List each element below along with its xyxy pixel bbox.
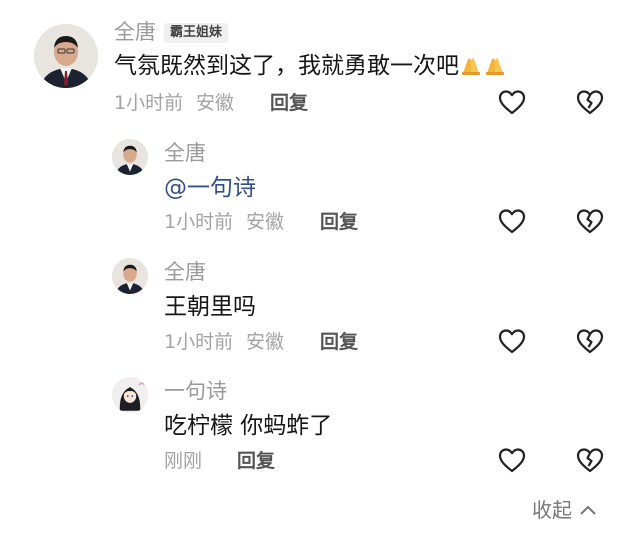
heart-outline-icon[interactable] — [497, 327, 527, 355]
reply-button[interactable]: 回复 — [320, 330, 358, 354]
reply-author[interactable]: 一句诗 — [164, 379, 227, 403]
avatar[interactable] — [112, 139, 148, 175]
comment-author[interactable]: 全唐 — [114, 20, 156, 44]
reply-author[interactable]: 全唐 — [164, 260, 206, 284]
comment-text-content: 气氛既然到这了，我就勇敢一次吧 — [114, 53, 459, 79]
mention-link[interactable]: @一句诗 — [164, 174, 256, 202]
collapse-label: 收起 — [532, 498, 572, 522]
heart-outline-icon[interactable] — [497, 446, 527, 474]
broken-heart-icon[interactable] — [575, 207, 605, 235]
reply-time: 1小时前 — [164, 211, 234, 233]
reply-time: 1小时前 — [164, 331, 234, 353]
reply-button[interactable]: 回复 — [320, 210, 358, 234]
comment-text: 气氛既然到这了，我就勇敢一次吧 — [114, 52, 507, 80]
broken-heart-icon[interactable] — [575, 327, 605, 355]
broken-heart-icon[interactable] — [575, 88, 605, 116]
comment-time: 1小时前 — [114, 92, 184, 114]
reply-time: 刚刚 — [164, 450, 203, 472]
avatar[interactable] — [112, 258, 148, 294]
avatar[interactable] — [112, 377, 148, 413]
reply-button[interactable]: 回复 — [237, 449, 275, 473]
folded-hands-emoji-icon — [459, 53, 507, 79]
fan-badge: 霸王姐妹 — [164, 23, 229, 43]
chevron-up-icon — [578, 503, 598, 517]
heart-outline-icon[interactable] — [497, 88, 527, 116]
reply-location: 安徽 — [246, 331, 285, 353]
broken-heart-icon[interactable] — [575, 446, 605, 474]
reply-location: 安徽 — [246, 211, 285, 233]
reply-text: 吃柠檬 你蚂蚱了 — [164, 413, 333, 439]
avatar[interactable] — [34, 24, 98, 88]
collapse-replies-button[interactable]: 收起 — [532, 498, 598, 522]
comment-location: 安徽 — [196, 92, 235, 114]
reply-text: 王朝里吗 — [164, 294, 256, 320]
reply-button[interactable]: 回复 — [270, 91, 308, 115]
heart-outline-icon[interactable] — [497, 207, 527, 235]
reply-author[interactable]: 全唐 — [164, 141, 206, 165]
